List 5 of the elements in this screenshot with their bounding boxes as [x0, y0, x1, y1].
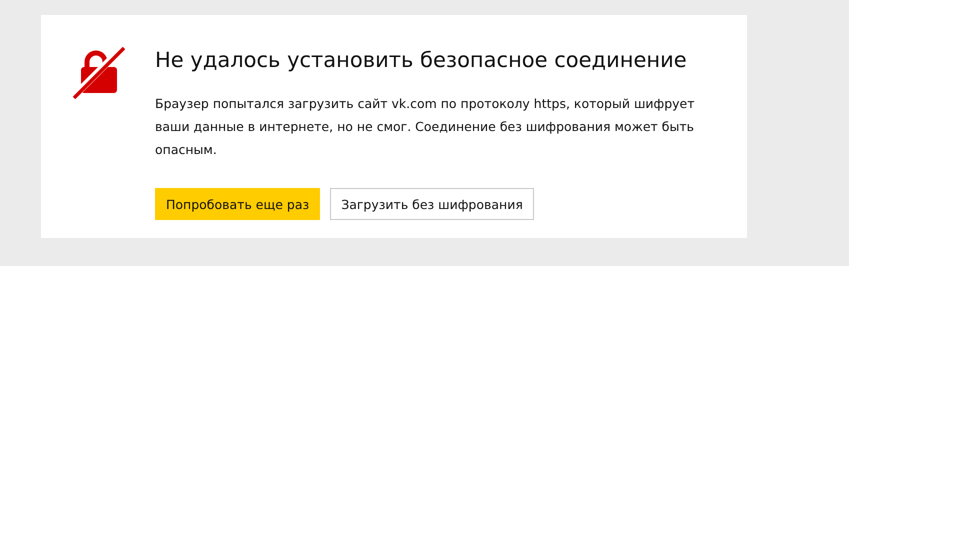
load-button[interactable]: Загрузить без шифрования	[330, 188, 534, 220]
error-message: Браузер попытался загрузить сайт vk.com по протоколу https, который шифрует ваши данные в интернете, но не смог. Соединение без шифрования может быть опасным.	[155, 95, 696, 159]
error-title: Не удалось установить безопасное соединение	[155, 47, 688, 73]
crossed-lock-icon	[73, 47, 125, 99]
retry-button[interactable]: Попробовать еще раз	[155, 188, 320, 220]
